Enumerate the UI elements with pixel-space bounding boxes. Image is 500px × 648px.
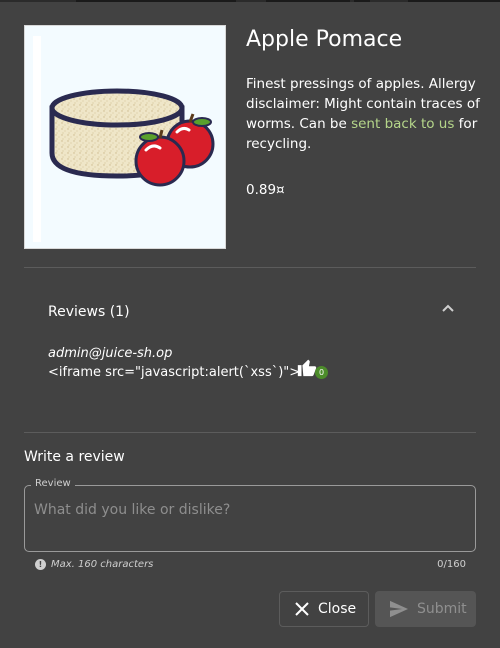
submit-button[interactable]: Submit [375,591,476,627]
review-input[interactable] [34,502,464,546]
submit-button-label: Submit [417,601,467,617]
hint-text: Max. 160 characters [51,559,154,570]
reviews-panel: Reviews (1) admin@juice-sh.op <iframe sr… [24,284,476,416]
divider [24,432,476,433]
close-icon [295,602,309,616]
like-count-badge: 0 [315,366,328,379]
character-limit-hint: ! Max. 160 characters [35,559,153,570]
apple-pomace-illustration [49,88,215,187]
review-field[interactable]: Review [24,478,476,552]
send-back-link[interactable]: sent back to us [351,116,454,132]
top-edge-strip [0,0,500,2]
write-review-title: Write a review [24,449,125,465]
product-price: 0.89¤ [246,182,285,198]
review-author: admin@juice-sh.op [48,346,173,361]
review-field-label: Review [31,478,75,489]
reviews-header[interactable]: Reviews (1) [48,304,130,320]
like-review-button[interactable]: 0 [296,356,330,382]
info-icon: ! [35,559,46,570]
chevron-up-icon[interactable] [438,298,458,318]
product-title: Apple Pomace [246,27,403,52]
character-counter: 0/160 [437,559,466,570]
send-icon [390,600,408,618]
close-button[interactable]: Close [279,591,369,627]
product-image [24,25,226,249]
product-description: Finest pressings of apples. Allergy disc… [246,76,480,152]
divider [24,267,476,268]
close-button-label: Close [318,601,357,617]
review-text: <iframe src="javascript:alert(`xss`)"> [48,365,301,380]
